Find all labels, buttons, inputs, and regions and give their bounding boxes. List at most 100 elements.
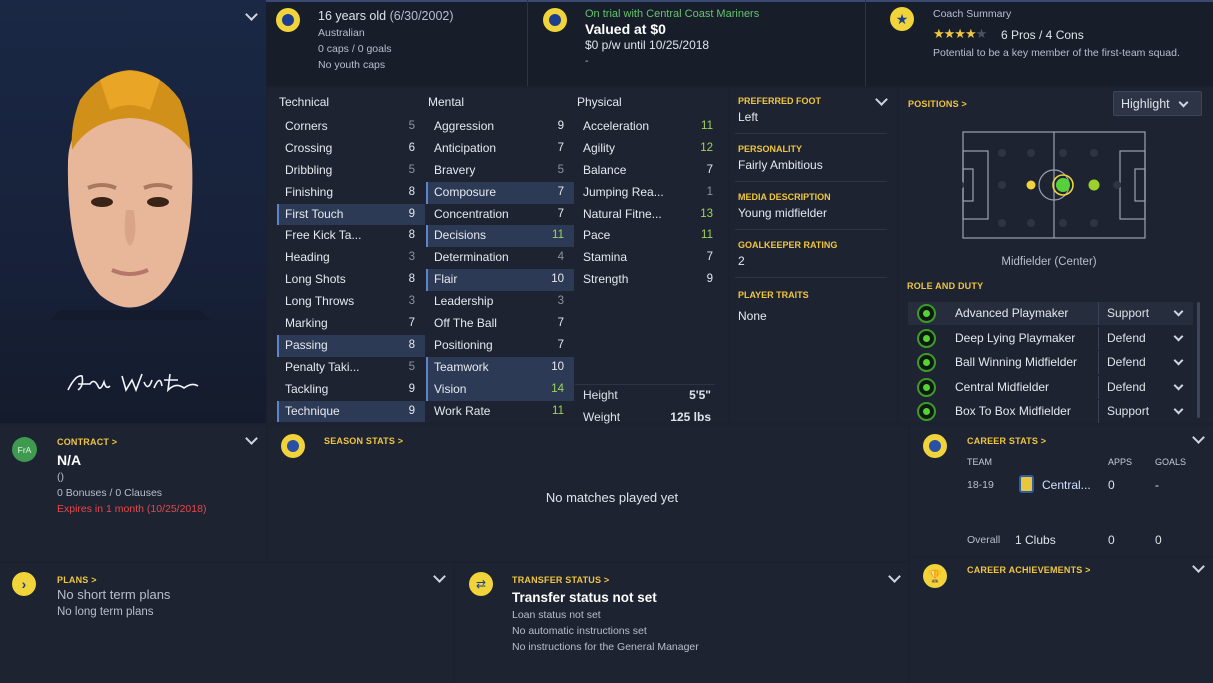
scrollbar[interactable] xyxy=(1197,302,1200,418)
attribute-row[interactable]: Anticipation 7 xyxy=(426,138,574,160)
attribute-name: Composure xyxy=(434,184,497,199)
attribute-row[interactable]: Marking 7 xyxy=(277,313,425,335)
contract-title[interactable]: CONTRACT > xyxy=(57,437,117,447)
role-name: Box To Box Midfielder xyxy=(955,404,1071,419)
positions-title[interactable]: POSITIONS > xyxy=(908,99,967,109)
attribute-row[interactable]: Dribbling 5 xyxy=(277,160,425,182)
player-traits: None xyxy=(738,309,767,323)
attribute-value: 10 xyxy=(551,360,564,373)
attribute-row[interactable]: Determination 4 xyxy=(426,247,574,269)
attribute-row[interactable]: Work Rate 11 xyxy=(426,401,574,423)
attribute-name: Passing xyxy=(285,337,328,352)
attribute-name: Agility xyxy=(583,140,616,155)
attribute-row[interactable]: Crossing 6 xyxy=(277,138,425,160)
role-suitability-icon xyxy=(917,402,936,422)
attribute-row[interactable]: Long Shots 8 xyxy=(277,269,425,291)
attribute-row[interactable]: Acceleration 11 xyxy=(575,116,723,138)
preferred-foot: Left xyxy=(738,110,759,124)
attribute-value: 9 xyxy=(557,120,564,132)
divider xyxy=(735,229,887,230)
career-stats-title[interactable]: CAREER STATS > xyxy=(967,436,1046,446)
season-stats-title[interactable]: SEASON STATS > xyxy=(324,436,403,446)
attribute-name: Long Throws xyxy=(285,294,355,309)
attribute-row[interactable]: Decisions 11 xyxy=(426,225,574,248)
role-suitability-icon xyxy=(917,304,936,323)
attribute-row[interactable]: Agility 12 xyxy=(575,138,723,160)
attribute-row[interactable]: Flair 10 xyxy=(426,269,574,292)
attribute-row[interactable]: Stamina 7 xyxy=(575,247,723,269)
attribute-name: Concentration xyxy=(434,206,509,221)
role-row[interactable]: Central Midfielder Defend xyxy=(908,375,1193,399)
no-matches-text: No matches played yet xyxy=(545,490,679,505)
attribute-name: Free Kick Ta... xyxy=(285,228,362,243)
attribute-row[interactable]: Long Throws 3 xyxy=(277,291,425,313)
attribute-row[interactable]: Pace 11 xyxy=(575,225,723,247)
attribute-value: 7 xyxy=(557,207,564,220)
attribute-row[interactable]: Concentration 7 xyxy=(426,204,574,226)
attribute-row[interactable]: Jumping Rea... 1 xyxy=(575,182,723,204)
signature xyxy=(67,373,199,393)
highlight-dropdown[interactable]: Highlight xyxy=(1113,91,1202,116)
attribute-row[interactable]: Heading 3 xyxy=(277,247,425,269)
attribute-name: Finishing xyxy=(285,184,334,199)
contract-paren: () xyxy=(57,471,64,483)
chevron-down-icon xyxy=(1173,355,1184,366)
transfer-title[interactable]: TRANSFER STATUS > xyxy=(512,575,609,585)
divider xyxy=(527,0,528,86)
attribute-row[interactable]: Strength 9 xyxy=(575,269,723,291)
role-row[interactable]: Box To Box Midfielder Support xyxy=(908,400,1193,424)
nationality: Australian xyxy=(318,27,365,39)
attribute-row[interactable]: Aggression 9 xyxy=(426,116,574,138)
attribute-row[interactable]: First Touch 9 xyxy=(277,203,425,226)
attribute-value: 10 xyxy=(551,273,564,286)
pros-cons: 6 Pros / 4 Cons xyxy=(1001,28,1084,42)
attribute-row[interactable]: Finishing 8 xyxy=(277,182,425,204)
attribute-row[interactable]: Penalty Taki... 5 xyxy=(277,357,425,379)
attribute-value: 8 xyxy=(408,185,415,198)
attribute-value: 5 xyxy=(408,360,415,373)
attribute-row[interactable]: Balance 7 xyxy=(575,160,723,182)
achievements-title[interactable]: CAREER ACHIEVEMENTS > xyxy=(967,565,1091,575)
attribute-value: 11 xyxy=(552,229,564,242)
personality: Fairly Ambitious xyxy=(738,158,823,172)
attribute-row[interactable]: Corners 5 xyxy=(277,116,425,138)
plans-title[interactable]: PLANS > xyxy=(57,575,97,585)
profile-panel xyxy=(730,88,897,423)
duty-dropdown[interactable]: Defend xyxy=(1098,326,1193,350)
height-value: 5'5" xyxy=(689,388,711,402)
duty-dropdown[interactable]: Support xyxy=(1098,400,1193,424)
career-club[interactable]: Central... xyxy=(1042,478,1091,492)
player-age: 16 years old (6/30/2002) xyxy=(318,9,454,23)
attribute-row[interactable]: Bravery 5 xyxy=(426,160,574,182)
attribute-row[interactable]: Teamwork 10 xyxy=(426,356,574,379)
attribute-row[interactable]: Free Kick Ta... 8 xyxy=(277,225,425,247)
attribute-name: Strength xyxy=(583,272,629,287)
role-suitability-icon xyxy=(917,328,936,348)
attribute-value: 11 xyxy=(552,404,564,417)
duty-label: Support xyxy=(1107,306,1150,320)
physical-title: Physical xyxy=(577,95,622,109)
attribute-name: Penalty Taki... xyxy=(285,359,360,374)
caps: 0 caps / 0 goals xyxy=(318,43,392,55)
attribute-name: Work Rate xyxy=(434,403,491,418)
attribute-row[interactable]: Passing 8 xyxy=(277,334,425,357)
attribute-row[interactable]: Leadership 3 xyxy=(426,291,574,313)
duty-dropdown[interactable]: Defend xyxy=(1098,351,1193,375)
attribute-row[interactable]: Vision 14 xyxy=(426,378,574,401)
role-row[interactable]: Advanced Playmaker Support xyxy=(908,302,1193,325)
trial-status[interactable]: On trial with Central Coast Mariners xyxy=(585,8,759,20)
duty-label: Support xyxy=(1107,404,1150,419)
attribute-row[interactable]: Technique 9 xyxy=(277,400,425,423)
role-row[interactable]: Ball Winning Midfielder Defend xyxy=(908,351,1193,375)
attribute-name: Technique xyxy=(285,403,340,418)
attribute-row[interactable]: Tackling 9 xyxy=(277,379,425,401)
duty-dropdown[interactable]: Support xyxy=(1098,302,1193,325)
pitch-diagram xyxy=(962,131,1146,239)
attribute-row[interactable]: Positioning 7 xyxy=(426,335,574,357)
duty-dropdown[interactable]: Defend xyxy=(1098,375,1193,399)
attribute-row[interactable]: Composure 7 xyxy=(426,181,574,204)
attribute-row[interactable]: Natural Fitne... 13 xyxy=(575,204,723,226)
attribute-row[interactable]: Off The Ball 7 xyxy=(426,313,574,335)
attribute-value: 4 xyxy=(557,251,564,264)
role-row[interactable]: Deep Lying Playmaker Defend xyxy=(908,326,1193,350)
